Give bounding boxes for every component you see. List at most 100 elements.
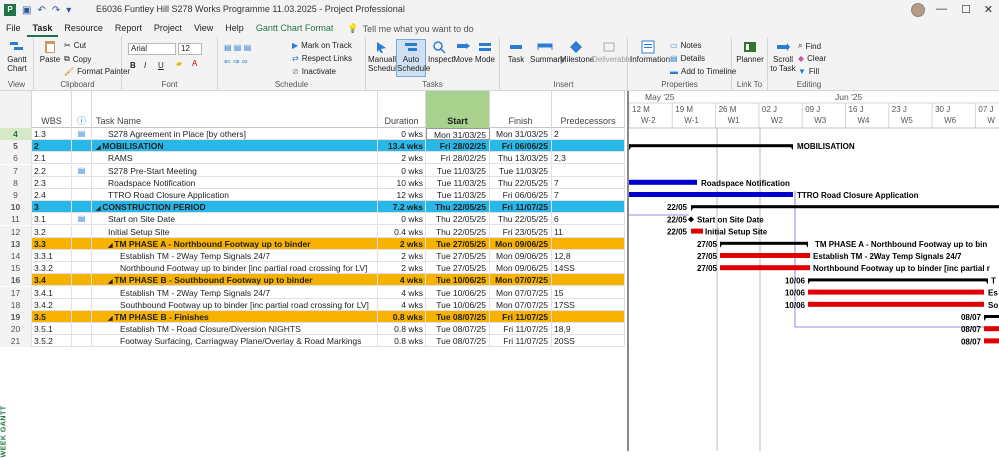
- tab-view[interactable]: View: [188, 20, 219, 37]
- predecessors-cell[interactable]: [552, 140, 625, 153]
- task-name-cell[interactable]: TTRO Road Closure Application: [92, 189, 378, 201]
- start-cell[interactable]: Thu 22/05/25: [426, 201, 490, 214]
- respect-links-button[interactable]: ⇄ Respect Links: [292, 54, 352, 63]
- duration-cell[interactable]: 2 wks: [378, 237, 426, 250]
- duration-cell[interactable]: 0.8 wks: [378, 311, 426, 323]
- start-cell[interactable]: Tue 10/06/25: [426, 286, 490, 299]
- tab-help[interactable]: Help: [219, 20, 250, 37]
- tell-me-box[interactable]: 💡 Tell me what you want to do: [347, 23, 473, 34]
- avatar[interactable]: [911, 3, 925, 17]
- predecessors-cell[interactable]: 17SS: [552, 298, 625, 311]
- task-name-cell[interactable]: ◢ CONSTRUCTION PERIOD: [92, 201, 378, 214]
- duration-cell[interactable]: 4 wks: [378, 274, 426, 287]
- notes-button[interactable]: ▭ Notes: [670, 41, 701, 50]
- indicator-cell[interactable]: [72, 335, 92, 348]
- finish-cell[interactable]: Mon 09/06/25: [490, 237, 552, 250]
- table-row[interactable]: 11 3.1 ▤ Start on Site Date 0 wks Thu 22/05/2…: [0, 213, 625, 226]
- start-cell[interactable]: Thu 22/05/25: [426, 225, 490, 238]
- milestone-button[interactable]: Milestone: [560, 40, 594, 64]
- italic-button[interactable]: I: [144, 61, 146, 70]
- table-row[interactable]: 6 2.1 RAMS 2 wks Fri 28/02/25 Thu 13/03/25 2,3: [0, 152, 625, 165]
- bold-button[interactable]: B: [130, 61, 136, 70]
- predecessors-cell[interactable]: [552, 274, 625, 287]
- wbs-cell[interactable]: 3.5: [32, 311, 72, 323]
- tab-report[interactable]: Report: [109, 20, 148, 37]
- manually-schedule-button[interactable]: Manually Schedule: [368, 40, 401, 73]
- paste-button[interactable]: Paste: [38, 40, 62, 64]
- wbs-cell[interactable]: 2.1: [32, 152, 72, 165]
- finish-cell[interactable]: Fri 06/06/25: [490, 189, 552, 201]
- highlight-icon[interactable]: ▰: [176, 59, 182, 68]
- start-cell[interactable]: Fri 28/02/25: [426, 152, 490, 165]
- predecessors-cell[interactable]: 7: [552, 176, 625, 189]
- start-cell[interactable]: Tue 08/07/25: [426, 311, 490, 323]
- start-cell[interactable]: Mon 31/03/25: [426, 128, 490, 140]
- finish-cell[interactable]: Fri 11/07/25: [490, 323, 552, 336]
- table-row[interactable]: 18 3.4.2 Southbound Footway up to binder […: [0, 298, 625, 311]
- indicator-cell[interactable]: ▤: [72, 128, 92, 140]
- predecessors-cell[interactable]: 7: [552, 189, 625, 201]
- start-cell[interactable]: Tue 11/03/25: [426, 189, 490, 201]
- close-button[interactable]: ✕: [984, 3, 993, 16]
- indicator-cell[interactable]: [72, 311, 92, 323]
- underline-button[interactable]: U: [158, 61, 164, 70]
- note-icon[interactable]: ▤: [78, 166, 86, 175]
- font-family-select[interactable]: Arial: [128, 43, 176, 55]
- inspect-button[interactable]: Inspect: [428, 40, 454, 64]
- duration-cell[interactable]: 4 wks: [378, 298, 426, 311]
- predecessors-cell[interactable]: 11: [552, 225, 625, 238]
- finish-cell[interactable]: Mon 07/07/25: [490, 274, 552, 287]
- indicator-cell[interactable]: [72, 298, 92, 311]
- wbs-cell[interactable]: 2.3: [32, 176, 72, 189]
- predecessors-cell[interactable]: 2,3: [552, 152, 625, 165]
- finish-cell[interactable]: Mon 09/06/25: [490, 262, 552, 275]
- fill-button[interactable]: ▼ Fill: [798, 67, 819, 76]
- task-name-cell[interactable]: Southbound Footway up to binder [inc par…: [92, 298, 378, 311]
- task-name-cell[interactable]: Footway Surfacing, Carriagway Plane/Over…: [92, 335, 378, 348]
- table-row[interactable]: 16 3.4 ◢ TM PHASE B - Southbound Footway u…: [0, 274, 625, 287]
- indicator-cell[interactable]: [72, 274, 92, 287]
- finish-cell[interactable]: Mon 31/03/25: [490, 128, 552, 140]
- duration-cell[interactable]: 2 wks: [378, 250, 426, 262]
- wbs-cell[interactable]: 3.2: [32, 225, 72, 238]
- duration-cell[interactable]: 0 wks: [378, 164, 426, 177]
- outline-icons[interactable]: ⇐ ⇒ ∞: [224, 57, 248, 66]
- information-button[interactable]: Information: [630, 40, 670, 64]
- duration-cell[interactable]: 7.2 wks: [378, 201, 426, 214]
- task-name-cell[interactable]: S278 Pre-Start Meeting: [92, 164, 378, 177]
- task-name-cell[interactable]: Establish TM - 2Way Temp Signals 24/7: [92, 250, 378, 262]
- tab-gantt-chart-format[interactable]: Gantt Chart Format: [250, 20, 340, 37]
- indicator-cell[interactable]: [72, 237, 92, 250]
- indicator-cell[interactable]: [72, 323, 92, 336]
- insert-task-button[interactable]: Task: [504, 40, 528, 64]
- finish-cell[interactable]: Fri 11/07/25: [490, 311, 552, 323]
- duration-cell[interactable]: 0.8 wks: [378, 323, 426, 336]
- tab-task[interactable]: Task: [26, 20, 59, 37]
- start-cell[interactable]: Tue 08/07/25: [426, 323, 490, 336]
- undo-icon[interactable]: ↶: [37, 5, 45, 16]
- duration-cell[interactable]: 0.4 wks: [378, 225, 426, 238]
- start-cell[interactable]: Tue 08/07/25: [426, 335, 490, 348]
- task-name-cell[interactable]: ◢ TM PHASE B - Finishes: [92, 311, 378, 323]
- wbs-cell[interactable]: 2.4: [32, 189, 72, 201]
- finish-cell[interactable]: Mon 07/07/25: [490, 286, 552, 299]
- wbs-cell[interactable]: 3.3.2: [32, 262, 72, 275]
- duration-cell[interactable]: 2 wks: [378, 152, 426, 165]
- duration-cell[interactable]: 10 wks: [378, 176, 426, 189]
- start-cell[interactable]: Thu 22/05/25: [426, 213, 490, 226]
- table-row[interactable]: 5 2 ◢ MOBILISATION 13.4 wks Fri 28/02/25 Fri …: [0, 140, 625, 153]
- indicator-cell[interactable]: [72, 189, 92, 201]
- tab-project[interactable]: Project: [148, 20, 188, 37]
- wbs-cell[interactable]: 3.5.2: [32, 335, 72, 348]
- table-row[interactable]: 15 3.3.2 Northbound Footway up to binder […: [0, 262, 625, 275]
- duration-cell[interactable]: 13.4 wks: [378, 140, 426, 153]
- predecessors-cell[interactable]: 15: [552, 286, 625, 299]
- finish-cell[interactable]: Fri 11/07/25: [490, 201, 552, 214]
- save-icon[interactable]: ▣: [22, 5, 31, 16]
- scroll-to-task-button[interactable]: Scroll to Task: [770, 40, 796, 73]
- indicator-cell[interactable]: [72, 140, 92, 153]
- auto-schedule-button[interactable]: Auto Schedule: [396, 39, 430, 77]
- task-name-cell[interactable]: ◢ MOBILISATION: [92, 140, 378, 153]
- wbs-cell[interactable]: 3.4.1: [32, 286, 72, 299]
- table-row[interactable]: 12 3.2 Initial Setup Site 0.4 wks Thu 22/05/…: [0, 225, 625, 238]
